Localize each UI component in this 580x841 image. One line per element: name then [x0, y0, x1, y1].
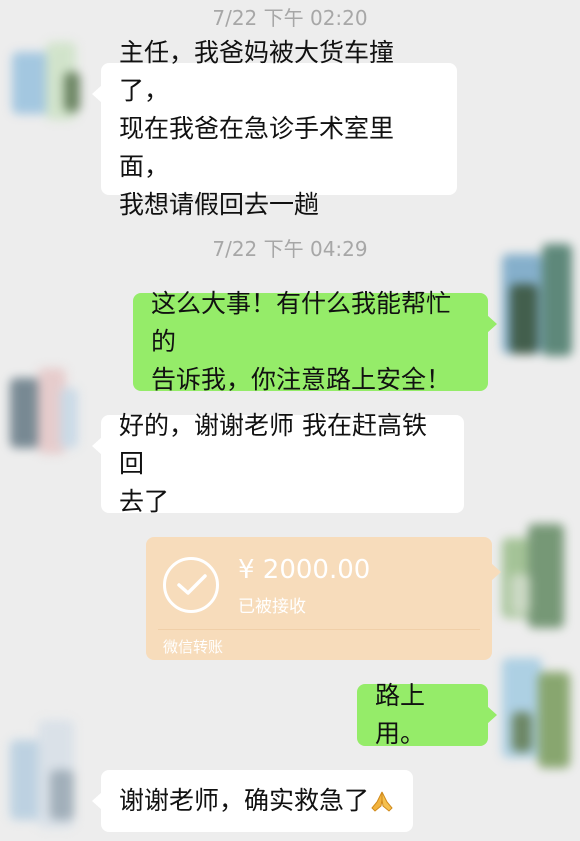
message-text: 好的，谢谢老师 我在赶高铁回 去了 — [119, 411, 427, 516]
check-circle-icon — [163, 557, 219, 613]
avatar[interactable] — [10, 720, 80, 830]
avatar[interactable] — [498, 244, 574, 364]
avatar[interactable] — [498, 652, 574, 772]
timestamp: 7/22 下午 04:29 — [212, 237, 368, 261]
divider — [158, 629, 480, 630]
message-bubble-outgoing[interactable]: 路上用。 — [357, 681, 497, 748]
transfer-status: 已被接收 — [238, 597, 306, 617]
message-bubble-outgoing[interactable]: 这么大事！有什么我能帮忙的 告诉我，你注意路上安全！ — [133, 289, 497, 394]
message-text: 路上用。 — [375, 681, 426, 748]
avatar[interactable] — [500, 524, 572, 630]
message-bubble-incoming[interactable]: 谢谢老师，确实救急了 — [92, 770, 413, 832]
transfer-card[interactable]: ¥ 2000.00 已被接收 微信转账 — [146, 537, 501, 660]
transfer-label: 微信转账 — [163, 638, 224, 656]
message-bubble-incoming[interactable]: 主任，我爸妈被大货车撞了， 现在我爸在急诊手术室里面， 我想请假回去一趟 — [92, 38, 457, 219]
message-bubble-incoming[interactable]: 好的，谢谢老师 我在赶高铁回 去了 — [92, 411, 464, 516]
transfer-amount: ¥ 2000.00 — [238, 555, 371, 585]
avatar[interactable] — [12, 42, 82, 122]
folded-hands-icon — [371, 791, 393, 812]
avatar[interactable] — [10, 368, 80, 458]
message-text: 这么大事！有什么我能帮忙的 告诉我，你注意路上安全！ — [151, 289, 452, 394]
timestamp: 7/22 下午 02:20 — [212, 6, 368, 30]
message-text: 主任，我爸妈被大货车撞了， 现在我爸在急诊手术室里面， 我想请假回去一趟 — [119, 38, 395, 219]
message-text: 谢谢老师，确实救急了 — [119, 782, 395, 820]
